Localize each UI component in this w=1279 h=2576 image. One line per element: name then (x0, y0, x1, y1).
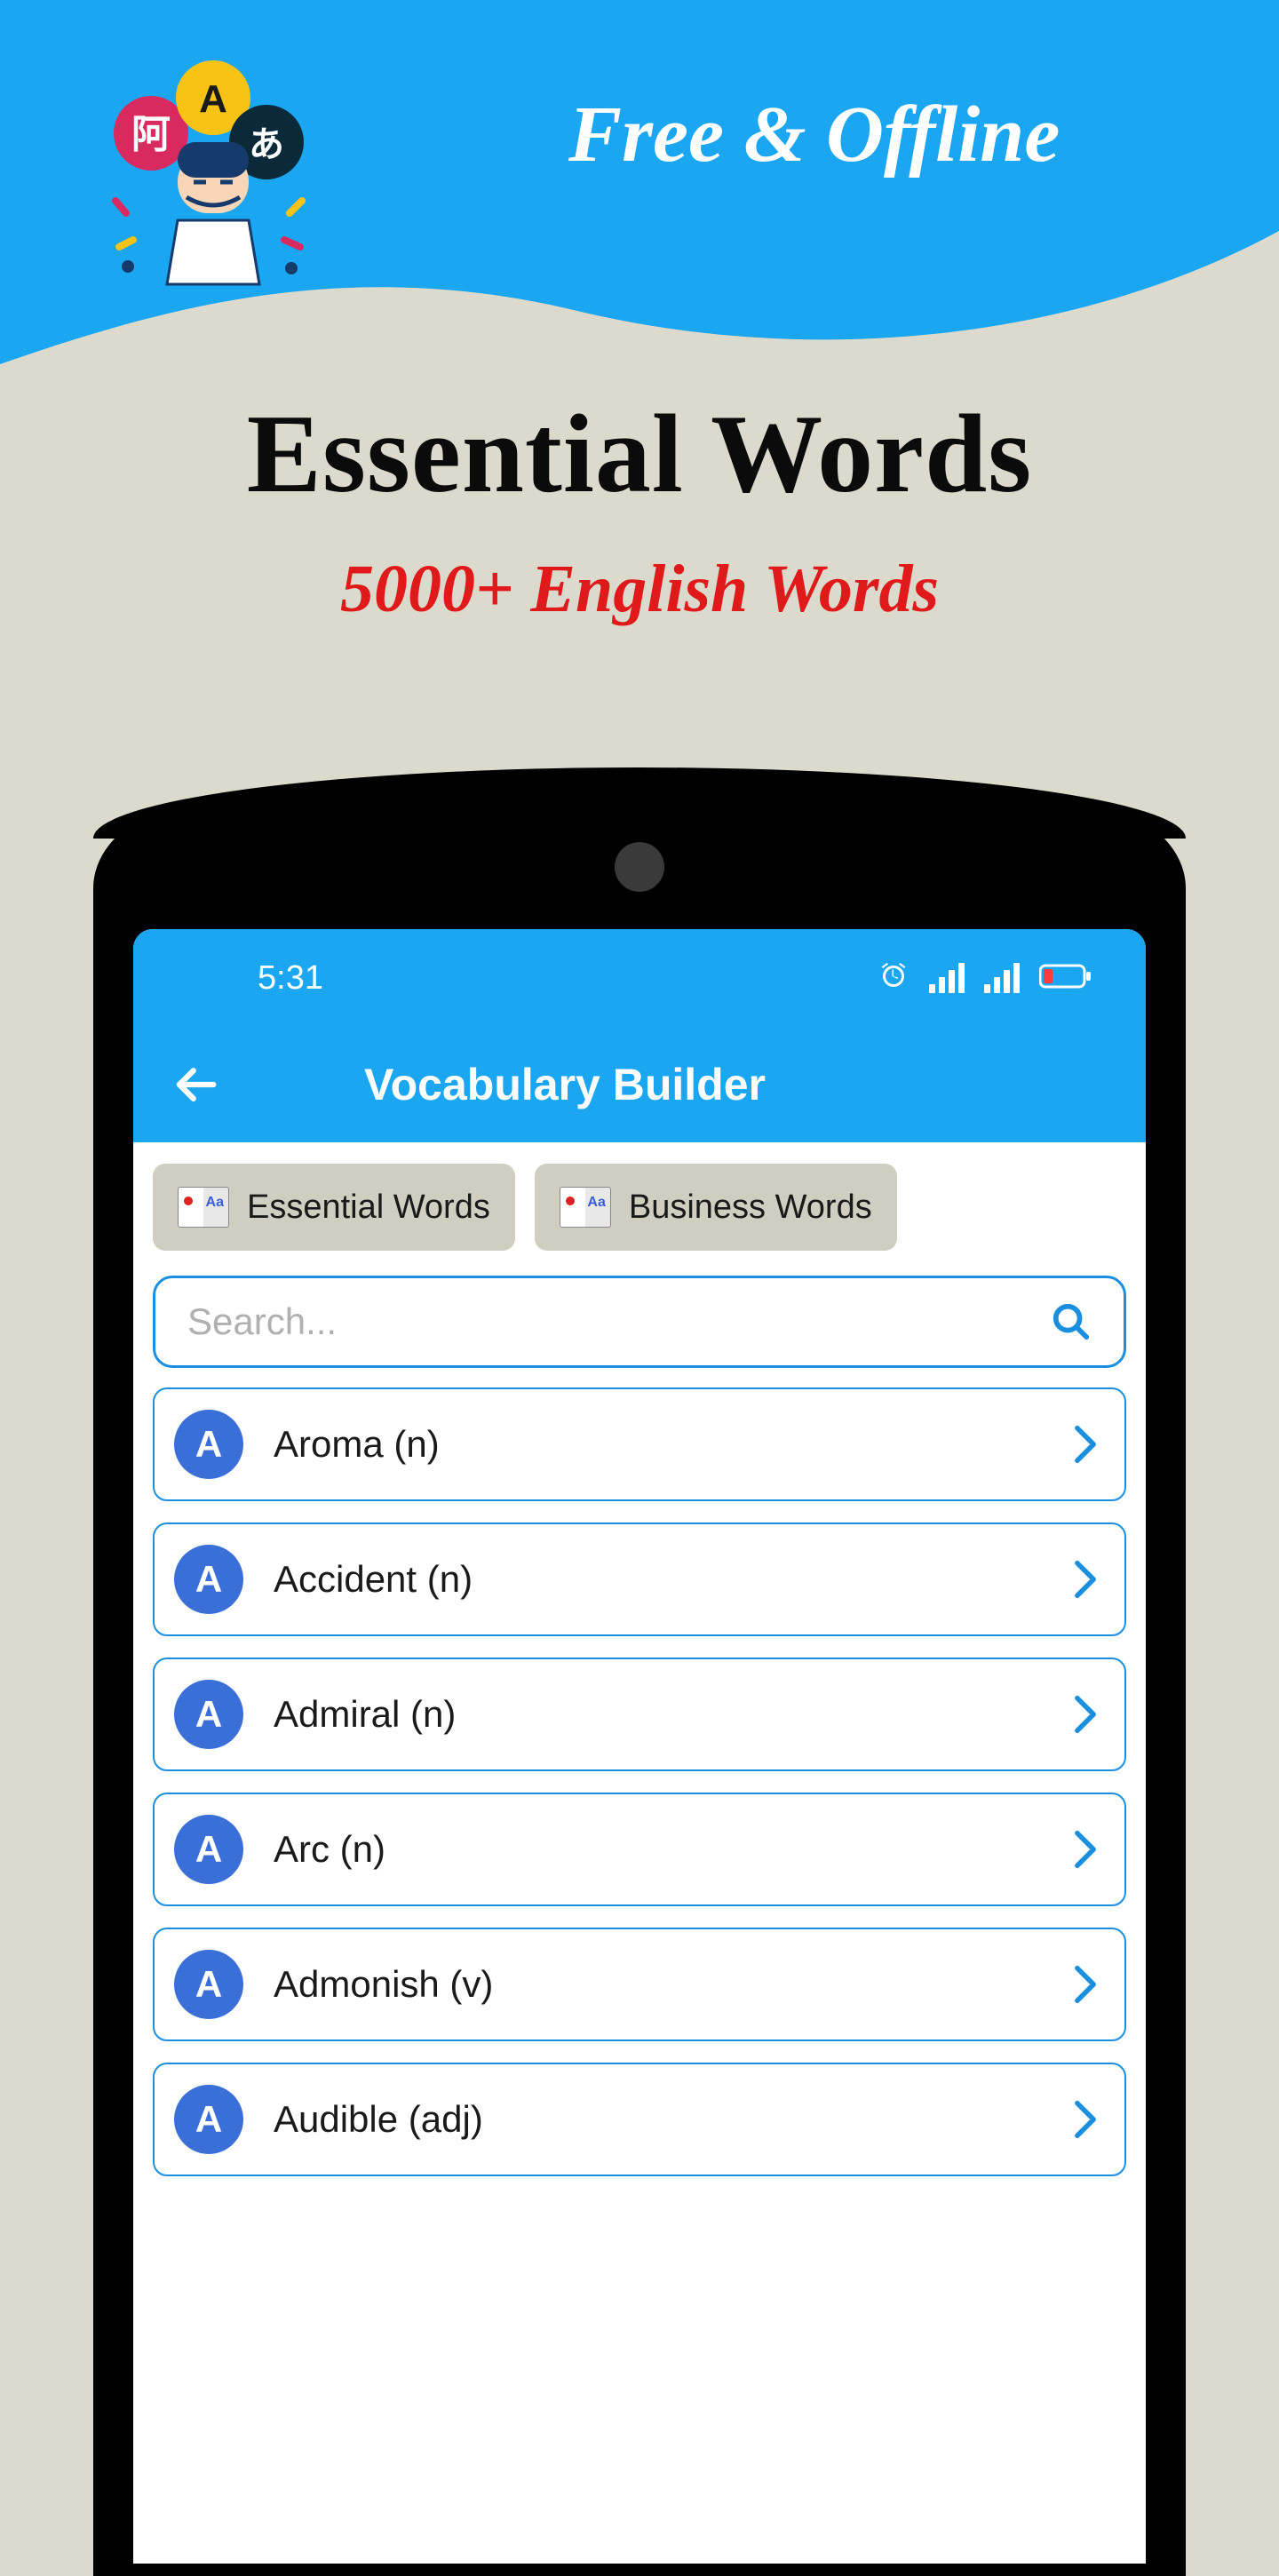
word-item[interactable]: A Aroma (n) (153, 1387, 1126, 1501)
phone-top-curve (93, 767, 1186, 839)
signal-icon (929, 963, 965, 993)
chevron-right-icon (1073, 1965, 1098, 2004)
word-list: A Aroma (n) A Accident (n) A Admiral (n)… (133, 1387, 1146, 2176)
banner-content: 阿 A あ Free & Offline (0, 0, 1279, 311)
chevron-right-icon (1073, 2100, 1098, 2139)
book-icon (560, 1187, 611, 1228)
svg-text:A: A (199, 77, 227, 121)
search-input[interactable]: Search... (153, 1276, 1126, 1368)
hero-subtitle: 5000+ English Words (0, 551, 1279, 628)
chip-essential-words[interactable]: Essential Words (153, 1164, 515, 1251)
category-chips: Essential Words Business Words (133, 1142, 1146, 1272)
status-icons (878, 960, 1092, 997)
word-item[interactable]: A Arc (n) (153, 1793, 1126, 1906)
chip-label: Essential Words (247, 1189, 490, 1227)
word-label: Admiral (n) (274, 1693, 1043, 1736)
word-label: Aroma (n) (274, 1423, 1043, 1466)
letter-badge: A (174, 2085, 243, 2154)
banner-tagline: Free & Offline (568, 89, 1060, 180)
letter-badge: A (174, 1410, 243, 1479)
word-item[interactable]: A Admiral (n) (153, 1658, 1126, 1771)
battery-low-icon (1039, 963, 1092, 994)
chip-label: Business Words (629, 1189, 872, 1227)
letter-badge: A (174, 1815, 243, 1884)
search-placeholder: Search... (187, 1300, 337, 1343)
word-item[interactable]: A Accident (n) (153, 1523, 1126, 1636)
alarm-icon (878, 960, 910, 997)
app-bar: Vocabulary Builder (133, 1027, 1146, 1142)
phone-screen: 5:31 (133, 929, 1146, 2564)
svg-text:あ: あ (249, 125, 284, 164)
chevron-right-icon (1073, 1560, 1098, 1599)
chip-business-words[interactable]: Business Words (535, 1164, 897, 1251)
phone-camera-dot (615, 842, 664, 892)
back-button[interactable] (169, 1058, 222, 1111)
signal-icon-2 (984, 963, 1020, 993)
phone-frame: 5:31 (93, 799, 1186, 2576)
hero-title: Essential Words (0, 391, 1279, 519)
book-icon (178, 1187, 229, 1228)
word-label: Accident (n) (274, 1558, 1043, 1601)
letter-badge: A (174, 1950, 243, 2019)
word-item[interactable]: A Audible (adj) (153, 2063, 1126, 2176)
back-arrow-icon (171, 1061, 219, 1109)
chevron-right-icon (1073, 1695, 1098, 1734)
svg-text:阿: 阿 (131, 113, 171, 156)
word-item[interactable]: A Admonish (v) (153, 1928, 1126, 2041)
chevron-right-icon (1073, 1830, 1098, 1869)
app-title: Vocabulary Builder (364, 1059, 766, 1110)
app-logo-icon: 阿 A あ (89, 44, 320, 298)
letter-badge: A (174, 1680, 243, 1749)
letter-badge: A (174, 1545, 243, 1614)
status-time: 5:31 (258, 959, 323, 998)
search-icon (1051, 1301, 1092, 1342)
word-label: Audible (adj) (274, 2098, 1043, 2141)
word-label: Arc (n) (274, 1828, 1043, 1871)
word-label: Admonish (v) (274, 1963, 1043, 2006)
chevron-right-icon (1073, 1425, 1098, 1464)
status-bar: 5:31 (133, 929, 1146, 1027)
